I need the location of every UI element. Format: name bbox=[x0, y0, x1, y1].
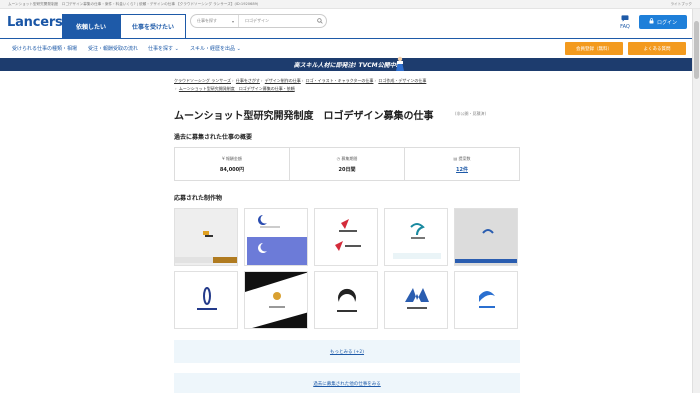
nav-item-skills[interactable]: スキル・経歴を出品 ⌄ bbox=[190, 45, 241, 52]
past-jobs-link[interactable]: 過去に募集された他の仕事をみる bbox=[174, 373, 520, 393]
breadcrumb-separator: › bbox=[232, 78, 234, 83]
login-label: ログイン bbox=[656, 19, 677, 26]
chat-icon bbox=[618, 15, 632, 24]
summary-heading: 過去に募集された仕事の概要 bbox=[174, 134, 253, 141]
work-thumbnail[interactable] bbox=[174, 271, 238, 329]
nav-item-flow[interactable]: 受注・報酬受取の流れ bbox=[88, 45, 138, 52]
summary-reward-value: 84,000円 bbox=[219, 167, 245, 173]
tab-order[interactable]: 依頼したい bbox=[62, 14, 120, 38]
logo-preview-icon bbox=[315, 209, 377, 265]
lock-icon bbox=[649, 18, 654, 26]
page-title-text: ムーンショット型研究開発制度 ロゴデザイン募集の仕事・案件・料金いくら? | 依… bbox=[8, 1, 259, 6]
logo-preview-icon bbox=[175, 272, 237, 328]
yen-icon: ¥ bbox=[222, 156, 225, 161]
summary-reward-text: 報酬金額 bbox=[225, 156, 242, 161]
search-icon[interactable] bbox=[314, 15, 326, 27]
summary-proposals-text: 提案数 bbox=[458, 156, 471, 161]
work-thumbnail[interactable] bbox=[314, 208, 378, 266]
work-thumbnail[interactable] bbox=[174, 208, 238, 266]
logo-preview-icon bbox=[245, 272, 307, 328]
faq-label: FAQ bbox=[620, 24, 630, 30]
breadcrumb-separator: › bbox=[260, 78, 263, 83]
breadcrumb-line2: › ムーンショット型研究開発制度 ロゴデザイン募集の仕事・依頼 bbox=[174, 86, 295, 92]
summary-proposals-label: ▤ 提案数 bbox=[405, 156, 519, 162]
work-thumbnail[interactable] bbox=[454, 271, 518, 329]
show-more-link[interactable]: もっとみる (+2) bbox=[174, 340, 520, 363]
summary-reward: ¥ 報酬金額 84,000円 bbox=[175, 148, 290, 180]
nav-item-find-work[interactable]: 仕事を探す ⌄ bbox=[148, 45, 179, 52]
breadcrumb: クラウドソーシング ランサーズ› 仕事をさがす› デザイン制作の仕事› ロゴ・イ… bbox=[174, 78, 426, 84]
nav-item-skills-label: スキル・経歴を出品 bbox=[190, 46, 236, 52]
summary-period-text: 募集期間 bbox=[341, 156, 358, 161]
tab-work[interactable]: 仕事を受けたい bbox=[120, 14, 186, 38]
summary-period-label: ◷ 募集期間 bbox=[290, 156, 404, 162]
chevron-down-icon: ⌄ bbox=[236, 46, 241, 52]
search-bar: 仕事を探す ▾ ロゴデザイン bbox=[190, 14, 327, 28]
nav-item-find-work-label: 仕事を探す bbox=[148, 46, 174, 52]
work-thumbnail[interactable] bbox=[384, 271, 448, 329]
breadcrumb-current[interactable]: ムーンショット型研究開発制度 ロゴデザイン募集の仕事・依頼 bbox=[179, 86, 295, 91]
scrollbar[interactable] bbox=[692, 9, 700, 393]
right-text: ライトブック bbox=[670, 1, 692, 6]
register-button[interactable]: 会員登録（無料） bbox=[565, 42, 623, 55]
search-category-label: 仕事を探す bbox=[197, 18, 217, 23]
summary-table: ¥ 報酬金額 84,000円 ◷ 募集期間 20日間 ▤ 提案数 12件 bbox=[174, 147, 520, 181]
document-icon: ▤ bbox=[453, 156, 458, 161]
chevron-down-icon: ⌄ bbox=[174, 46, 179, 52]
summary-reward-label: ¥ 報酬金額 bbox=[175, 156, 289, 162]
breadcrumb-item[interactable]: クラウドソーシング ランサーズ bbox=[174, 78, 231, 83]
work-thumbnail[interactable] bbox=[384, 208, 448, 266]
breadcrumb-item[interactable]: 仕事をさがす bbox=[236, 78, 260, 83]
summary-period: ◷ 募集期間 20日間 bbox=[290, 148, 405, 180]
work-thumbnail[interactable] bbox=[244, 271, 308, 329]
breadcrumb-item[interactable]: ロゴ・イラスト・キャラクターの仕事 bbox=[306, 78, 374, 83]
works-heading: 応募された制作物 bbox=[174, 195, 223, 202]
scrollbar-thumb[interactable] bbox=[694, 21, 699, 79]
page-title: ムーンショット型研究開発制度 ロゴデザイン募集の仕事 bbox=[174, 111, 434, 122]
logo-preview-icon bbox=[455, 272, 517, 328]
lancers-logo[interactable]: Lancers bbox=[7, 15, 63, 30]
breadcrumb-separator: › bbox=[301, 78, 304, 83]
logo-preview-icon bbox=[315, 272, 377, 328]
search-input[interactable]: ロゴデザイン bbox=[239, 18, 314, 24]
work-thumbnail[interactable] bbox=[244, 208, 308, 266]
site-header: Lancers 依頼したい 仕事を受けたい 仕事を探す ▾ ロゴデザイン FAQ… bbox=[0, 9, 692, 38]
main-nav: 受けられる仕事の種類・相場 受注・報酬受取の流れ 仕事を探す ⌄ スキル・経歴を… bbox=[0, 38, 692, 57]
logo-preview-icon bbox=[385, 209, 447, 265]
summary-proposals: ▤ 提案数 12件 bbox=[405, 148, 519, 180]
logo-preview-icon bbox=[175, 209, 237, 265]
logo-preview-icon bbox=[455, 209, 517, 265]
work-thumbnail[interactable] bbox=[314, 271, 378, 329]
summary-proposals-value[interactable]: 12件 bbox=[405, 166, 519, 173]
summary-period-value: 20日間 bbox=[338, 167, 356, 173]
breadcrumb-separator: › bbox=[175, 86, 177, 91]
breadcrumb-item[interactable]: ロゴ作成・デザインの仕事 bbox=[378, 78, 426, 83]
work-thumbnail[interactable] bbox=[454, 208, 518, 266]
banner-text: 高スキル人材に即発注! TVCM公開中! bbox=[293, 62, 399, 69]
browser-title-bar: ムーンショット型研究開発制度 ロゴデザイン募集の仕事・案件・料金いくら? | 依… bbox=[0, 0, 700, 9]
search-category-select[interactable]: 仕事を探す ▾ bbox=[191, 15, 239, 27]
login-button[interactable]: ログイン bbox=[639, 15, 687, 29]
faq-link[interactable]: FAQ bbox=[618, 15, 632, 30]
faq-button[interactable]: よくある質問 bbox=[628, 42, 686, 55]
clock-icon: ◷ bbox=[336, 156, 341, 161]
logo-preview-icon bbox=[245, 209, 307, 265]
chevron-down-icon: ▾ bbox=[231, 18, 234, 24]
logo-preview-icon bbox=[385, 272, 447, 328]
person-illustration-icon bbox=[396, 56, 404, 71]
nav-item-categories[interactable]: 受けられる仕事の種類・相場 bbox=[12, 45, 77, 52]
promo-banner[interactable]: 高スキル人材に即発注! TVCM公開中! bbox=[0, 58, 692, 71]
title-meta: (非公開・見積済) bbox=[455, 111, 487, 116]
breadcrumb-separator: › bbox=[374, 78, 377, 83]
breadcrumb-item[interactable]: デザイン制作の仕事 bbox=[265, 78, 301, 83]
